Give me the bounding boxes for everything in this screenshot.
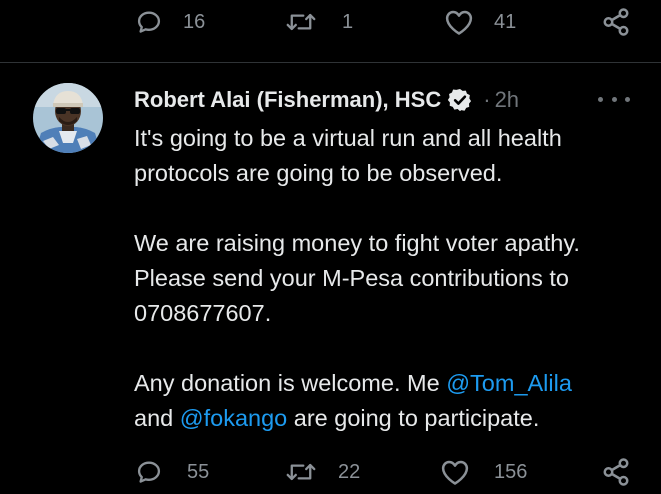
tweet-header: Robert Alai (Fisherman), HSC · 2h bbox=[134, 84, 519, 116]
avatar[interactable] bbox=[33, 83, 103, 153]
reply-icon bbox=[137, 461, 161, 483]
reply-button[interactable]: 55 bbox=[135, 452, 209, 492]
like-button[interactable]: 41 bbox=[444, 2, 516, 42]
tweet-paragraph: We are raising money to fight voter apat… bbox=[134, 230, 580, 326]
share-button[interactable] bbox=[601, 452, 631, 492]
heart-icon bbox=[445, 10, 473, 35]
more-dot-icon bbox=[611, 96, 617, 102]
tweet-text-segment: Any donation is welcome. Me bbox=[134, 370, 447, 396]
share-icon bbox=[603, 458, 629, 486]
more-dot-icon bbox=[625, 96, 630, 102]
retweet-count: 1 bbox=[342, 10, 354, 33]
previous-tweet-action-bar: 16 1 41 bbox=[0, 2, 661, 42]
reply-icon bbox=[137, 11, 161, 33]
more-dot-icon bbox=[598, 96, 603, 102]
like-count: 156 bbox=[494, 460, 528, 483]
tweet-paragraph: It's going to be a virtual run and all h… bbox=[134, 125, 562, 186]
retweet-button[interactable]: 1 bbox=[286, 2, 353, 42]
tweet-time[interactable]: 2h bbox=[495, 87, 519, 113]
mention-link[interactable]: @fokango bbox=[180, 405, 287, 431]
avatar-photo bbox=[33, 83, 103, 153]
tweet-paragraph: Any donation is welcome. Me @Tom_Alila a… bbox=[134, 370, 572, 431]
mention-link[interactable]: @Tom_Alila bbox=[446, 370, 572, 396]
retweet-count: 22 bbox=[338, 460, 361, 483]
reply-button[interactable]: 16 bbox=[135, 2, 205, 42]
reply-count: 16 bbox=[183, 10, 206, 33]
header-separator: · bbox=[483, 87, 491, 112]
reply-count: 55 bbox=[187, 460, 210, 483]
tweet-text: It's going to be a virtual run and all h… bbox=[134, 121, 639, 436]
retweet-icon bbox=[286, 463, 316, 481]
like-count: 41 bbox=[494, 10, 517, 33]
like-button[interactable]: 156 bbox=[440, 452, 527, 492]
tweet-text-segment: are going to participate. bbox=[287, 405, 540, 431]
share-button[interactable] bbox=[601, 2, 631, 42]
retweet-icon bbox=[286, 13, 316, 31]
tweet-action-bar: 55 22 156 bbox=[0, 452, 661, 492]
retweet-button[interactable]: 22 bbox=[286, 452, 360, 492]
heart-icon bbox=[441, 460, 469, 485]
tweet-divider bbox=[0, 62, 661, 63]
share-icon bbox=[603, 8, 629, 36]
author-name[interactable]: Robert Alai (Fisherman), HSC bbox=[134, 87, 441, 113]
verified-badge-icon bbox=[447, 87, 473, 113]
more-options-button[interactable] bbox=[598, 88, 630, 110]
